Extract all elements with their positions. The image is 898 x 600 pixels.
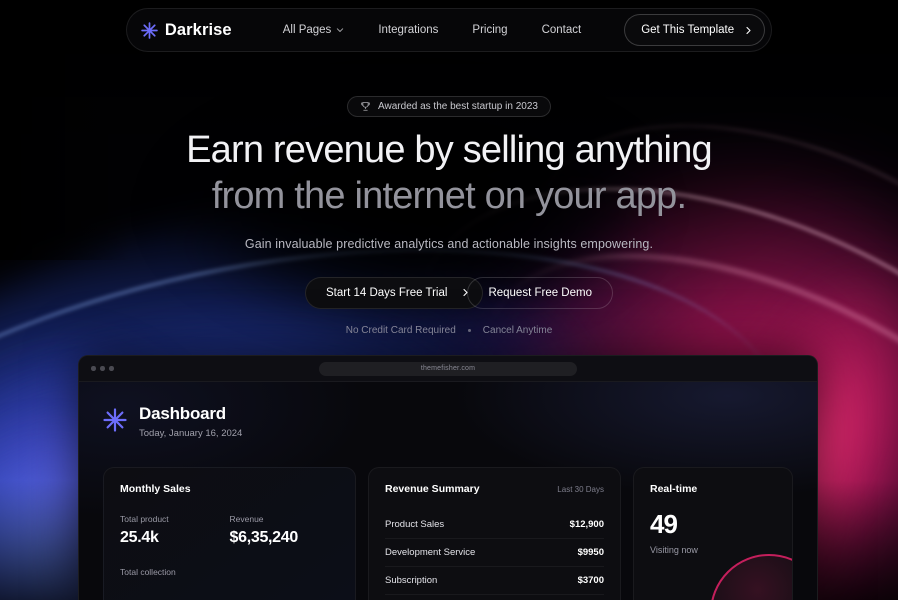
dashboard-body: Dashboard Today, January 16, 2024 Monthl… [79, 382, 817, 600]
microcopy-no-credit-card: No Credit Card Required [345, 324, 456, 336]
get-this-template-label: Get This Template [641, 24, 735, 36]
hero-microcopy: No Credit Card Required Cancel Anytime [0, 325, 898, 336]
kpi-total-product-value: 25.4k [120, 529, 159, 546]
request-free-demo-label: Request Free Demo [488, 286, 592, 299]
window-minimize-dot[interactable] [100, 366, 105, 371]
nav-item-contact-label: Contact [541, 24, 582, 36]
chevron-right-icon [746, 26, 751, 34]
nav-item-all-pages-label: All Pages [282, 24, 332, 36]
headline-line-1: Earn revenue by selling anything [186, 129, 713, 171]
row-label: Subscription [385, 575, 438, 586]
window-traffic-lights [91, 366, 114, 371]
dashboard-header-text: Dashboard Today, January 16, 2024 [139, 404, 242, 439]
realtime-title: Real-time [650, 483, 698, 495]
start-free-trial-label: Start 14 Days Free Trial [326, 286, 448, 299]
monthly-sales-kpis: Total product 25.4k Revenue $6,35,240 [120, 514, 339, 547]
award-badge-label: Awarded as the best startup in 2023 [378, 101, 538, 112]
microcopy-separator-dot [467, 328, 471, 332]
nav-links: All Pages Integrations Pricing Contact [266, 16, 599, 44]
row-label: Product Sales [385, 519, 445, 530]
hero-button-row: Start 14 Days Free Trial Request Free De… [0, 276, 898, 309]
address-bar-url: themefisher.com [420, 365, 476, 372]
nav-item-all-pages[interactable]: All Pages [266, 16, 362, 44]
kpi-total-product: Total product 25.4k [120, 514, 230, 547]
revenue-summary-period: Last 30 Days [557, 484, 604, 494]
window-close-dot[interactable] [91, 366, 96, 371]
trophy-icon [361, 102, 370, 111]
nav-item-integrations-label: Integrations [378, 24, 439, 36]
brand-name: Darkrise [164, 20, 232, 39]
nav-item-contact[interactable]: Contact [525, 16, 599, 44]
kpi-total-collection-label: Total collection [120, 567, 176, 577]
revenue-summary-header: Revenue Summary Last 30 Days [385, 483, 604, 495]
brand-logo[interactable]: Darkrise [141, 21, 232, 40]
row-label: Development Service [385, 547, 476, 558]
get-this-template-button[interactable]: Get This Template [624, 14, 766, 46]
start-free-trial-button[interactable]: Start 14 Days Free Trial [305, 276, 484, 309]
page-title: Earn revenue by selling anything from th… [0, 129, 898, 217]
sparkle-star-icon [103, 408, 127, 432]
nav-item-pricing-label: Pricing [472, 24, 508, 36]
navbar: Darkrise All Pages Integrations Pricing … [125, 8, 773, 52]
dashboard-header: Dashboard Today, January 16, 2024 [103, 404, 793, 439]
hero-section: Awarded as the best startup in 2023 Earn… [0, 96, 898, 336]
browser-titlebar: themefisher.com [79, 356, 817, 382]
monthly-sales-title: Monthly Sales [120, 483, 191, 495]
sparkle-star-icon [141, 21, 158, 39]
hero-subtext: Gain invaluable predictive analytics and… [244, 236, 654, 251]
card-monthly-sales: Monthly Sales Total product 25.4k Revenu… [103, 467, 356, 600]
revenue-summary-rows: Product Sales $12,900 Development Servic… [385, 511, 604, 595]
nav-item-pricing[interactable]: Pricing [455, 16, 524, 44]
table-row: Product Sales $12,900 [385, 511, 604, 539]
realtime-value: 49 [650, 509, 678, 539]
table-row: Development Service $9950 [385, 539, 604, 567]
request-free-demo-button[interactable]: Request Free Demo [467, 276, 613, 309]
realtime-gauge-arc [710, 554, 792, 600]
headline-line-2: from the internet on your app. [211, 174, 687, 217]
card-realtime: Real-time 49 Visiting now [633, 467, 793, 600]
dashboard-cards: Monthly Sales Total product 25.4k Revenu… [103, 467, 793, 600]
navbar-container: Darkrise All Pages Integrations Pricing … [0, 8, 898, 52]
spacer [285, 277, 305, 309]
award-badge: Awarded as the best startup in 2023 [347, 96, 551, 117]
window-maximize-dot[interactable] [109, 366, 114, 371]
dashboard-title: Dashboard [139, 404, 226, 423]
row-value: $12,900 [569, 519, 604, 530]
address-bar[interactable]: themefisher.com [319, 361, 577, 376]
card-revenue-summary: Revenue Summary Last 30 Days Product Sal… [368, 467, 621, 600]
chevron-down-icon [337, 28, 344, 32]
table-row: Subscription $3700 [385, 567, 604, 595]
realtime-label: Visiting now [650, 545, 698, 555]
kpi-revenue-value: $6,35,240 [229, 529, 299, 546]
kpi-revenue-label: Revenue [229, 514, 264, 524]
kpi-revenue: Revenue $6,35,240 [230, 514, 340, 547]
row-value: $9950 [577, 547, 604, 558]
dashboard-date: Today, January 16, 2024 [139, 428, 243, 439]
row-value: $3700 [577, 575, 604, 586]
browser-window-mockup: themefisher.com Dashboard Today, January… [78, 355, 818, 600]
nav-item-integrations[interactable]: Integrations [361, 16, 455, 44]
revenue-summary-title: Revenue Summary [385, 483, 480, 495]
microcopy-cancel-anytime: Cancel Anytime [482, 324, 553, 336]
kpi-total-product-label: Total product [120, 514, 169, 524]
